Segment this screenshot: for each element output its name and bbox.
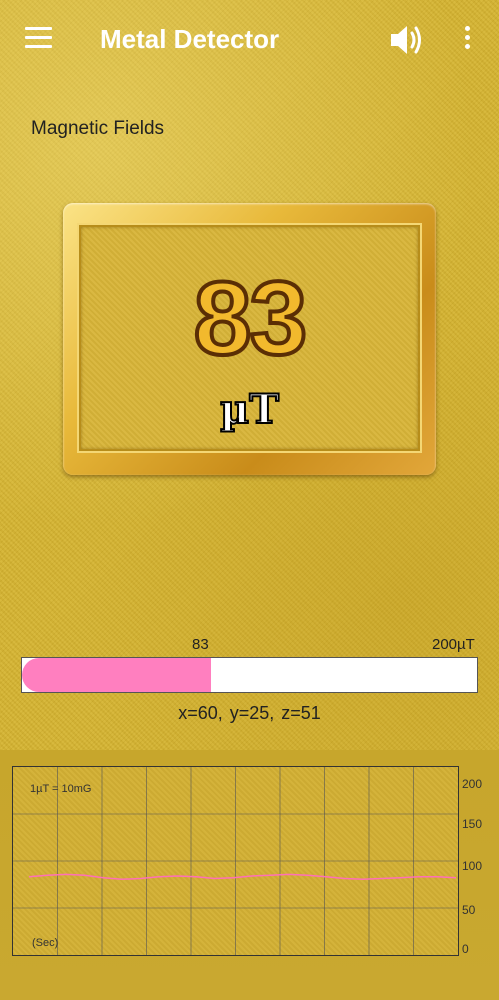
graph-unit-note: 1µT = 10mG	[30, 783, 92, 795]
field-strength-value: 83	[192, 261, 310, 377]
y-tick-label: 0	[462, 942, 469, 956]
field-strength-unit: µT	[219, 386, 280, 433]
y-tick-label: 150	[462, 817, 483, 831]
history-graph-canvas	[13, 767, 458, 955]
app-bar: Metal Detector	[0, 0, 499, 80]
field-level-bar	[21, 657, 478, 693]
more-options-icon[interactable]	[460, 26, 476, 52]
y-tick-label: 50	[462, 903, 476, 917]
meter-max-label: 200µT	[432, 636, 475, 653]
app-title: Metal Detector	[100, 24, 280, 54]
y-tick-label: 200	[462, 777, 483, 791]
y-tick-label: 100	[462, 859, 483, 873]
section-label: Magnetic Fields	[31, 118, 165, 139]
meter-current-label: 83	[192, 636, 209, 653]
graph-x-unit: (Sec)	[32, 937, 59, 949]
reading-display: 83 µT	[63, 203, 436, 475]
axis-readout: x=60, y=25, z=51	[178, 703, 321, 723]
speaker-volume-icon[interactable]	[388, 22, 428, 58]
reading-panel: 83 µT	[79, 225, 420, 451]
field-history-line	[28, 873, 457, 881]
hamburger-menu-icon[interactable]	[25, 27, 52, 49]
field-level-fill	[22, 658, 211, 692]
